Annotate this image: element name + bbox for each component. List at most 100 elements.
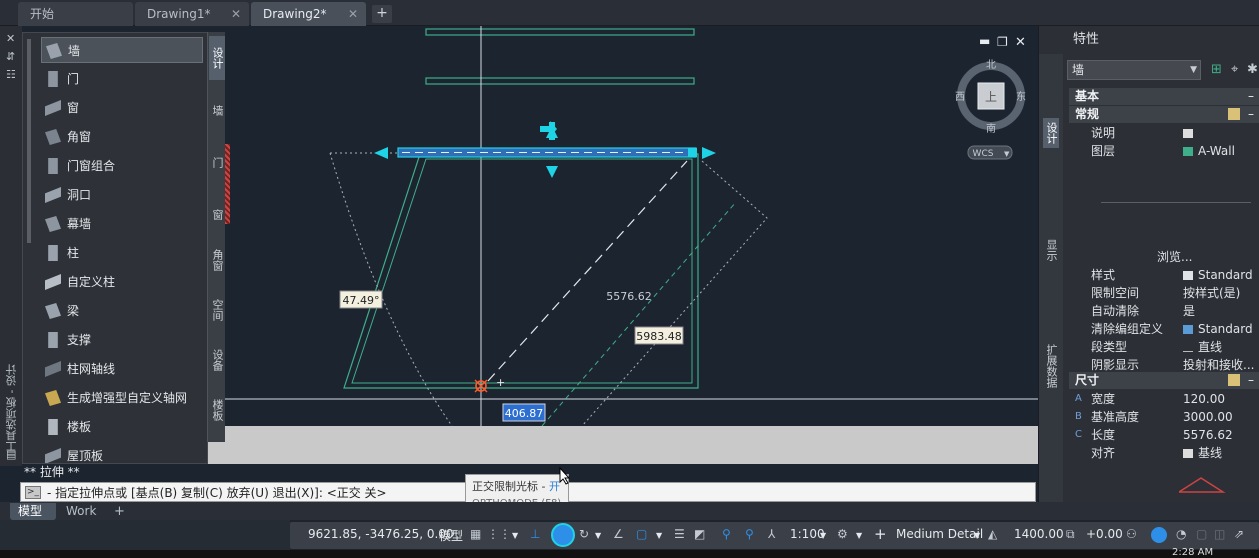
tab-door[interactable]: 门: [209, 140, 225, 184]
prop-row-style[interactable]: 样式 Standard: [1069, 266, 1259, 284]
auto-scale-icon[interactable]: ⚲: [745, 527, 754, 541]
palette-item[interactable]: 洞口: [41, 182, 203, 208]
section-general[interactable]: 常规 –: [1069, 106, 1259, 123]
section-basic[interactable]: 基本 –: [1069, 88, 1259, 105]
prop-row-justify[interactable]: 对齐 基线: [1069, 444, 1259, 462]
palette-item[interactable]: 幕墙: [41, 211, 203, 237]
customize-icon[interactable]: ▢: [1196, 527, 1207, 541]
quick-select-icon[interactable]: ⊞: [1211, 62, 1227, 78]
palette-item[interactable]: 门: [41, 66, 203, 92]
palette-item[interactable]: 柱网轴线: [41, 356, 203, 382]
isodraft-icon[interactable]: ∠: [613, 527, 624, 541]
elevation-icon[interactable]: ◭: [988, 527, 997, 541]
palette-item[interactable]: 屋顶板: [41, 443, 203, 463]
collapse-icon[interactable]: –: [1248, 106, 1254, 123]
tab-corner-window[interactable]: 角窗: [209, 238, 225, 282]
close-icon[interactable]: ✕: [231, 2, 241, 26]
tab-drawing2[interactable]: Drawing2* ✕: [251, 2, 366, 26]
grip-arrow-left-icon[interactable]: [374, 147, 388, 159]
coordinate-readout[interactable]: 9621.85, -3476.25, 0.00: [308, 527, 454, 541]
tab-display[interactable]: 显示: [1043, 230, 1059, 270]
prop-row-layer[interactable]: 图层 A-Wall: [1069, 142, 1259, 160]
palette-item[interactable]: 自定义柱: [41, 269, 203, 295]
command-prompt-icon[interactable]: >_: [25, 486, 41, 499]
close-icon[interactable]: ✕: [6, 32, 15, 45]
prop-row-length[interactable]: C 长度 5576.62: [1069, 426, 1259, 444]
chevron-down-icon[interactable]: ▼: [512, 531, 518, 540]
lineweight-icon[interactable]: ☰: [674, 527, 685, 541]
compass-south[interactable]: 南: [986, 122, 996, 135]
palette-item[interactable]: 角窗: [41, 124, 203, 150]
grip-end-square[interactable]: [688, 148, 697, 157]
prop-row-bound-spaces[interactable]: 限制空间 按样式(是): [1069, 284, 1259, 302]
compass-north[interactable]: 北: [986, 59, 996, 71]
layout-icon[interactable]: ◫: [1214, 527, 1225, 541]
autohide-icon[interactable]: ⇵: [6, 50, 15, 63]
add-layout-button[interactable]: +: [106, 503, 126, 520]
elevation-value[interactable]: 1400.00: [1014, 527, 1064, 541]
chevron-down-icon[interactable]: ▼: [856, 531, 862, 540]
prop-row-description[interactable]: 说明: [1069, 124, 1259, 142]
viewport-close-icon[interactable]: ✕: [1015, 35, 1026, 50]
detail-level-selector[interactable]: Medium Detail: [896, 527, 983, 541]
chevron-down-icon[interactable]: ▼: [656, 531, 662, 540]
grip-arrow-right-icon[interactable]: [702, 147, 716, 159]
properties-icon[interactable]: ☷: [6, 68, 16, 81]
tab-wall[interactable]: 墙: [209, 88, 225, 132]
prop-row-base-height[interactable]: B 基准高度 3000.00: [1069, 408, 1259, 426]
palette-item[interactable]: 楼板: [41, 414, 203, 440]
layout-tab-work[interactable]: Work: [58, 503, 104, 520]
chevron-down-icon[interactable]: ▼: [820, 531, 826, 540]
toggle-pickadd-icon[interactable]: ✱: [1247, 62, 1259, 78]
infer-constraints-icon[interactable]: ⊥: [530, 527, 540, 541]
offset-value[interactable]: +0.00: [1086, 527, 1123, 541]
tab-slab[interactable]: 楼板: [209, 388, 225, 432]
list-icon[interactable]: [1228, 374, 1240, 386]
prop-row-cleanup-auto[interactable]: 自动清除 是: [1069, 302, 1259, 320]
close-icon[interactable]: ✕: [348, 2, 358, 26]
plus-icon[interactable]: +: [874, 525, 887, 543]
palette-scrollbar[interactable]: [27, 39, 31, 243]
gear-icon[interactable]: ⚙: [837, 527, 848, 541]
ortho-mode-button[interactable]: [551, 523, 575, 547]
transparency-icon[interactable]: ◩: [694, 527, 705, 541]
offset-icon[interactable]: ⧉: [1066, 527, 1075, 542]
select-objects-icon[interactable]: ⌖: [1231, 62, 1247, 78]
palette-item[interactable]: 生成增强型自定义轴网: [41, 385, 203, 411]
snap-grid-icon[interactable]: ⋮⋮: [487, 527, 511, 541]
polar-tracking-icon[interactable]: ↻: [579, 527, 589, 541]
grid-icon[interactable]: ▦: [470, 527, 481, 541]
tab-start[interactable]: 开始: [18, 2, 133, 26]
palette-item[interactable]: 梁: [41, 298, 203, 324]
model-space-button[interactable]: 模型: [439, 527, 463, 544]
palette-item[interactable]: 支撑: [41, 327, 203, 353]
tab-design[interactable]: 设计: [1043, 118, 1059, 148]
viewport-restore-icon[interactable]: ❐: [997, 35, 1008, 49]
palette-item[interactable]: 柱: [41, 240, 203, 266]
object-type-select[interactable]: 墙 ▼: [1067, 60, 1201, 80]
quick-view-icon[interactable]: ⇗: [1234, 527, 1244, 541]
tab-space[interactable]: 空间: [209, 288, 225, 332]
collapse-icon[interactable]: –: [1248, 88, 1254, 105]
list-icon[interactable]: [1228, 108, 1240, 120]
prop-row-cleanup-group[interactable]: 清除编组定义 Standard: [1069, 320, 1259, 338]
palette-menu-icon[interactable]: ▤: [6, 448, 16, 461]
section-dimensions[interactable]: 尺寸 –: [1069, 372, 1259, 389]
palette-item[interactable]: 墙: [41, 37, 203, 63]
palette-item[interactable]: 门窗组合: [41, 153, 203, 179]
compass-west[interactable]: 西: [955, 92, 965, 103]
tab-design[interactable]: 设计: [209, 36, 225, 80]
chevron-down-icon[interactable]: ▼: [974, 531, 980, 540]
viewport-minimize-icon[interactable]: ▬: [979, 34, 990, 48]
object-snap-icon[interactable]: ▢: [636, 527, 647, 541]
palette-item[interactable]: 窗: [41, 95, 203, 121]
chevron-down-icon[interactable]: ▼: [595, 531, 601, 540]
tab-drawing1[interactable]: Drawing1* ✕: [135, 2, 249, 26]
prop-row-width[interactable]: A 宽度 120.00: [1069, 390, 1259, 408]
collapse-icon[interactable]: –: [1248, 372, 1254, 389]
tab-equipment[interactable]: 设备: [209, 338, 225, 382]
annotation-scale-icon[interactable]: ⅄: [768, 527, 775, 541]
new-tab-button[interactable]: +: [372, 5, 392, 23]
tab-window[interactable]: 窗: [209, 192, 225, 236]
isolate-objects-icon[interactable]: ⚇: [1126, 527, 1137, 541]
